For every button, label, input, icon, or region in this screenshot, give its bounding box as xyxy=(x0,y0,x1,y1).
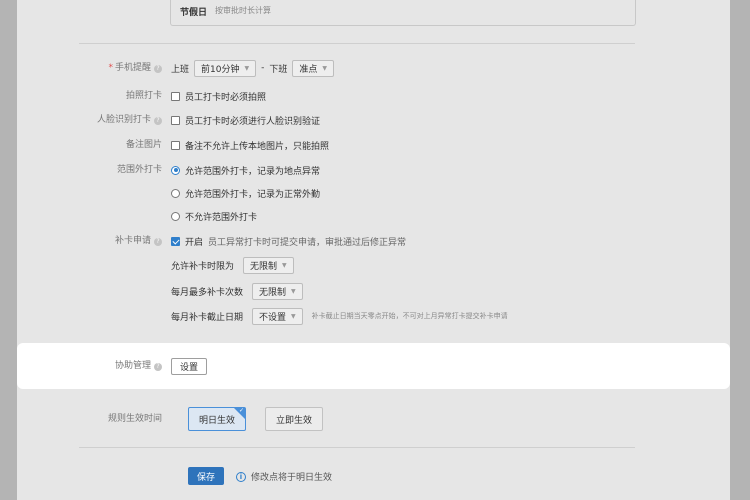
out-of-range-label: 范围外打卡 xyxy=(116,165,162,175)
time-limit-label: 允许补卡时限为 xyxy=(171,261,235,272)
assist-settings-button[interactable]: 设置 xyxy=(171,357,208,375)
holiday-box: 节假日 按审批时长计算 xyxy=(170,0,636,26)
chevron-down-icon: ▼ xyxy=(244,64,250,72)
makeup-description: 员工异常打卡时可提交申请，审批通过后修正异常 xyxy=(208,237,407,248)
phone-reminder-label: * 手机提醒? xyxy=(108,58,162,78)
face-punch-option: 员工打卡时必须进行人脸识别验证 xyxy=(185,116,321,127)
on-duty-select[interactable]: 前10分钟 ▼ xyxy=(194,59,257,77)
monthly-max-select[interactable]: 无限制 ▼ xyxy=(252,282,303,300)
row-phone-reminder: * 手机提醒? 上班 前10分钟 ▼ - 下班 准点 ▼ xyxy=(0,58,713,78)
row-out-of-range-2: 允许范围外打卡，记录为正常外勤 xyxy=(0,183,713,203)
footer-info: i 修改点将于明日生效 xyxy=(236,470,332,483)
deadline-hint: 补卡截止日期当天零点开始，不可对上月异常打卡提交补卡申请 xyxy=(311,312,508,320)
holiday-key: 节假日 xyxy=(180,8,208,18)
remark-photo-checkbox[interactable] xyxy=(171,140,180,150)
row-out-of-range: 范围外打卡 允许范围外打卡，记录为地点异常 xyxy=(0,160,713,180)
out-of-range-radio-0[interactable] xyxy=(171,165,180,175)
out-of-range-radio-2[interactable] xyxy=(171,211,180,221)
out-of-range-option-1: 允许范围外打卡，记录为正常外勤 xyxy=(185,189,321,200)
divider-bottom xyxy=(79,447,635,448)
makeup-enabled-label: 开启 xyxy=(185,237,204,248)
chevron-down-icon: ▼ xyxy=(291,312,296,320)
assist-label: 协助管理? xyxy=(115,356,162,376)
dash: - xyxy=(261,63,265,73)
chevron-down-icon: ▼ xyxy=(282,261,287,269)
photo-punch-option: 员工打卡时必须拍照 xyxy=(185,92,267,103)
off-duty-select[interactable]: 准点 ▼ xyxy=(292,59,334,77)
help-icon[interactable]: ? xyxy=(154,117,162,125)
photo-punch-label: 拍照打卡 xyxy=(125,91,162,101)
help-icon[interactable]: ? xyxy=(154,363,162,371)
off-duty-label: 下班 xyxy=(269,64,288,75)
chevron-down-icon: ▼ xyxy=(291,287,296,295)
row-makeup-monthly-max: 每月最多补卡次数 无限制 ▼ xyxy=(0,281,713,301)
makeup-checkbox[interactable] xyxy=(171,236,180,246)
row-photo-punch: 拍照打卡 员工打卡时必须拍照 xyxy=(0,86,713,106)
photo-punch-checkbox[interactable] xyxy=(171,91,180,101)
row-effective: 规则生效时间 xyxy=(0,409,713,429)
help-icon[interactable]: ? xyxy=(154,65,162,73)
effective-tomorrow-button[interactable]: 明日生效 ✓ xyxy=(188,407,247,431)
time-limit-select[interactable]: 无限制 ▼ xyxy=(243,256,294,274)
on-duty-label: 上班 xyxy=(171,64,190,75)
divider-top xyxy=(79,43,635,44)
row-remark-photo: 备注图片 备注不允许上传本地图片，只能拍照 xyxy=(0,135,713,155)
effective-tomorrow-label: 明日生效 xyxy=(199,415,236,426)
holiday-value: 按审批时长计算 xyxy=(215,6,271,15)
effective-label: 规则生效时间 xyxy=(107,414,162,424)
monthly-max-label: 每月最多补卡次数 xyxy=(171,287,244,298)
remark-photo-option: 备注不允许上传本地图片，只能拍照 xyxy=(185,141,330,152)
row-face-punch: 人脸识别打卡? 员工打卡时必须进行人脸识别验证 xyxy=(0,110,713,130)
required-mark: * xyxy=(108,63,113,73)
footer-info-text: 修改点将于明日生效 xyxy=(251,473,333,483)
chevron-down-icon: ▼ xyxy=(322,64,327,72)
row-makeup-time-limit: 允许补卡时限为 无限制 ▼ xyxy=(0,255,713,275)
remark-photo-label: 备注图片 xyxy=(125,140,162,150)
info-icon: i xyxy=(236,471,246,482)
save-button[interactable]: 保存 xyxy=(188,467,224,485)
row-makeup: 补卡申请? 开启 员工异常打卡时可提交申请，审批通过后修正异常 xyxy=(0,231,713,251)
effective-now-button[interactable]: 立即生效 xyxy=(265,407,324,431)
makeup-label: 补卡申请? xyxy=(115,231,162,251)
deadline-label: 每月补卡截止日期 xyxy=(171,312,244,323)
out-of-range-radio-1[interactable] xyxy=(171,188,180,198)
help-icon[interactable]: ? xyxy=(154,238,162,246)
face-punch-checkbox[interactable] xyxy=(171,115,180,125)
effective-now-label: 立即生效 xyxy=(276,415,313,426)
row-makeup-deadline: 每月补卡截止日期 不设置 ▼ 补卡截止日期当天零点开始，不可对上月异常打卡提交补卡… xyxy=(0,306,713,326)
row-assist: 协助管理? 设置 xyxy=(0,356,713,376)
out-of-range-option-2: 不允许范围外打卡 xyxy=(185,212,258,223)
out-of-range-option-0: 允许范围外打卡，记录为地点异常 xyxy=(185,166,321,177)
check-icon: ✓ xyxy=(238,407,245,414)
deadline-select[interactable]: 不设置 ▼ xyxy=(252,307,303,325)
face-punch-label: 人脸识别打卡? xyxy=(97,110,162,130)
row-out-of-range-3: 不允许范围外打卡 xyxy=(0,206,713,226)
